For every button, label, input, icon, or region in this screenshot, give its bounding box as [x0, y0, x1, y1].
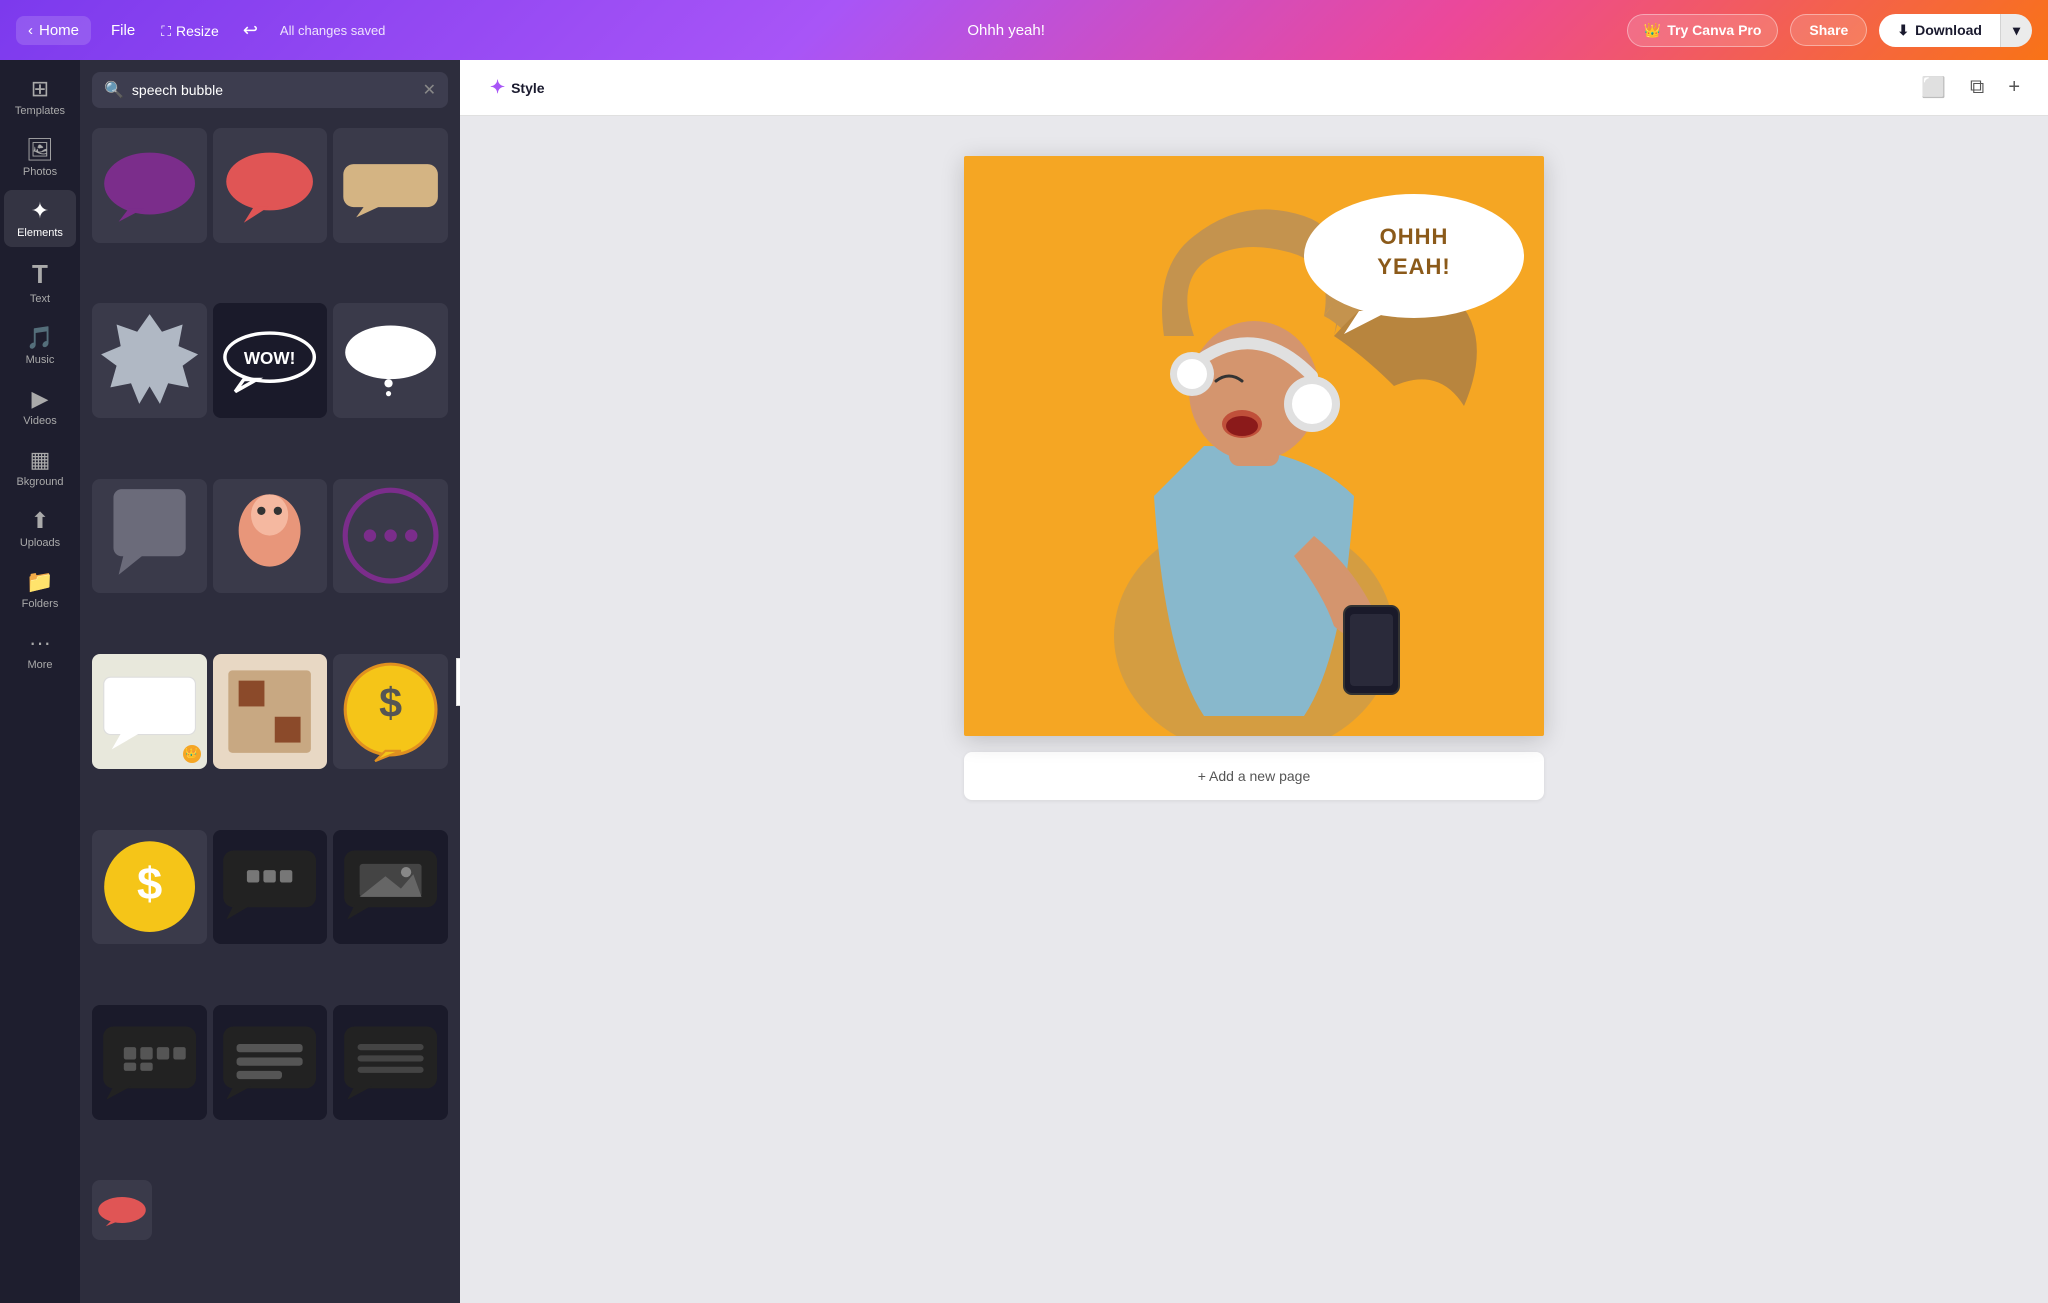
list-item[interactable] [333, 1005, 448, 1120]
list-item[interactable]: $ [333, 654, 448, 769]
photos-icon: 🖼 [26, 137, 54, 163]
list-item[interactable] [213, 479, 328, 594]
canvas-page[interactable]: OHHH YEAH! [964, 156, 1544, 736]
left-sidebar: ⊞ Templates 🖼 Photos ✦ Elements T Text 🎵… [0, 60, 80, 1303]
frame-button[interactable]: ⬜ [1913, 71, 1954, 104]
canvas-toolbar: ✦ Style ⬜ ⧉ + [460, 60, 2048, 116]
list-item[interactable] [92, 1005, 207, 1120]
download-main-button[interactable]: ⬇ Download [1879, 14, 2000, 47]
list-item[interactable] [92, 128, 207, 243]
sidebar-item-videos-label: Videos [23, 415, 56, 427]
sidebar-item-folders-label: Folders [22, 598, 59, 610]
document-title[interactable] [907, 22, 1106, 39]
download-button-group: ⬇ Download ▾ [1879, 14, 2032, 47]
sidebar-item-music[interactable]: 🎵 Music [4, 317, 76, 374]
add-page-toolbar-button[interactable]: + [2000, 71, 2028, 104]
sidebar-item-background-label: Bkground [16, 476, 63, 488]
sidebar-item-more[interactable]: ··· More [4, 622, 76, 679]
list-item[interactable] [333, 479, 448, 594]
try-pro-button[interactable]: 👑 Try Canva Pro [1627, 14, 1779, 47]
sidebar-item-uploads-label: Uploads [20, 537, 60, 549]
svg-text:OHHH: OHHH [1380, 224, 1449, 249]
videos-icon: ▶ [32, 386, 49, 412]
templates-icon: ⊞ [31, 76, 49, 102]
list-item[interactable] [213, 128, 328, 243]
sidebar-item-more-label: More [27, 659, 52, 671]
top-nav: ‹ Home File ⛶ Resize ↩ All changes saved… [0, 0, 2048, 60]
auto-save-status: All changes saved [280, 23, 386, 38]
resize-icon-button[interactable]: ⛶ Resize [155, 14, 225, 47]
music-icon: 🎵 [26, 325, 53, 351]
list-item[interactable] [92, 1180, 152, 1240]
sidebar-item-elements[interactable]: ✦ Elements [4, 190, 76, 247]
home-button[interactable]: ‹ Home [16, 16, 91, 45]
list-item[interactable] [213, 830, 328, 945]
list-item[interactable] [333, 303, 448, 418]
crown-icon: 👑 [1644, 22, 1661, 39]
svg-text:$: $ [137, 858, 162, 909]
svg-text:$: $ [379, 680, 402, 726]
sidebar-item-background[interactable]: ▦ Bkground [4, 439, 76, 496]
sidebar-item-folders[interactable]: 📁 Folders [4, 561, 76, 618]
download-label: Download [1915, 22, 1982, 38]
list-item[interactable] [92, 479, 207, 594]
sidebar-item-photos-label: Photos [23, 166, 57, 178]
download-dropdown-button[interactable]: ▾ [2000, 14, 2032, 47]
pro-badge: 👑 [183, 745, 201, 763]
list-item[interactable] [213, 654, 328, 769]
add-page-button[interactable]: + Add a new page [964, 752, 1544, 800]
list-item[interactable] [213, 1005, 328, 1120]
copy-button[interactable]: ⧉ [1962, 71, 1992, 104]
sidebar-item-elements-label: Elements [17, 227, 63, 239]
panel-search-area: 🔍 ✕ [80, 60, 460, 120]
list-item[interactable]: 👑 [92, 654, 207, 769]
download-icon: ⬇ [1897, 22, 1909, 39]
background-icon: ▦ [30, 447, 51, 473]
sidebar-item-text[interactable]: T Text [4, 251, 76, 313]
sidebar-item-text-label: Text [30, 293, 50, 305]
list-item[interactable] [333, 830, 448, 945]
list-item[interactable]: WOW! [213, 303, 328, 418]
search-input[interactable] [132, 82, 415, 98]
uploads-icon: ⬆ [31, 508, 49, 534]
canvas-toolbar-actions: ⬜ ⧉ + [1913, 71, 2028, 104]
text-icon: T [32, 259, 48, 290]
elements-grid: WOW! [80, 120, 460, 1303]
svg-text:YEAH!: YEAH! [1377, 254, 1450, 279]
sidebar-item-templates-label: Templates [15, 105, 65, 117]
sidebar-item-music-label: Music [26, 354, 55, 366]
search-icon: 🔍 [104, 80, 124, 100]
canvas-scroll-area[interactable]: OHHH YEAH! + Add a new page [460, 116, 2048, 1303]
list-item[interactable]: $ [92, 830, 207, 945]
svg-text:WOW!: WOW! [244, 348, 296, 368]
sidebar-item-uploads[interactable]: ⬆ Uploads [4, 500, 76, 557]
file-button[interactable]: File [103, 16, 143, 45]
style-label: Style [511, 80, 544, 96]
elements-panel: 🔍 ✕ [80, 60, 460, 1303]
sidebar-item-photos[interactable]: 🖼 Photos [4, 129, 76, 186]
home-label: Home [39, 22, 79, 39]
elements-icon: ✦ [31, 198, 49, 224]
try-pro-label: Try Canva Pro [1667, 22, 1761, 38]
canvas-wrapper: OHHH YEAH! + Add a new page [964, 156, 1544, 800]
canvas-area: ✦ Style ⬜ ⧉ + [460, 60, 2048, 1303]
resize-label: Resize [176, 23, 219, 39]
undo-button[interactable]: ↩ [237, 14, 264, 47]
hide-panel-button[interactable]: ‹ [456, 658, 460, 706]
list-item[interactable] [333, 128, 448, 243]
search-box: 🔍 ✕ [92, 72, 448, 108]
list-item[interactable] [92, 303, 207, 418]
folders-icon: 📁 [26, 569, 53, 595]
sidebar-item-videos[interactable]: ▶ Videos [4, 378, 76, 435]
sidebar-item-templates[interactable]: ⊞ Templates [4, 68, 76, 125]
chevron-left-icon: ‹ [28, 22, 33, 39]
clear-search-button[interactable]: ✕ [423, 80, 436, 100]
main-area: ⊞ Templates 🖼 Photos ✦ Elements T Text 🎵… [0, 60, 2048, 1303]
resize-icon: ⛶ [161, 23, 171, 39]
style-button[interactable]: ✦ Style [480, 71, 555, 104]
more-icon: ··· [29, 630, 51, 656]
style-sparkle-icon: ✦ [490, 77, 505, 98]
share-button[interactable]: Share [1790, 14, 1867, 46]
